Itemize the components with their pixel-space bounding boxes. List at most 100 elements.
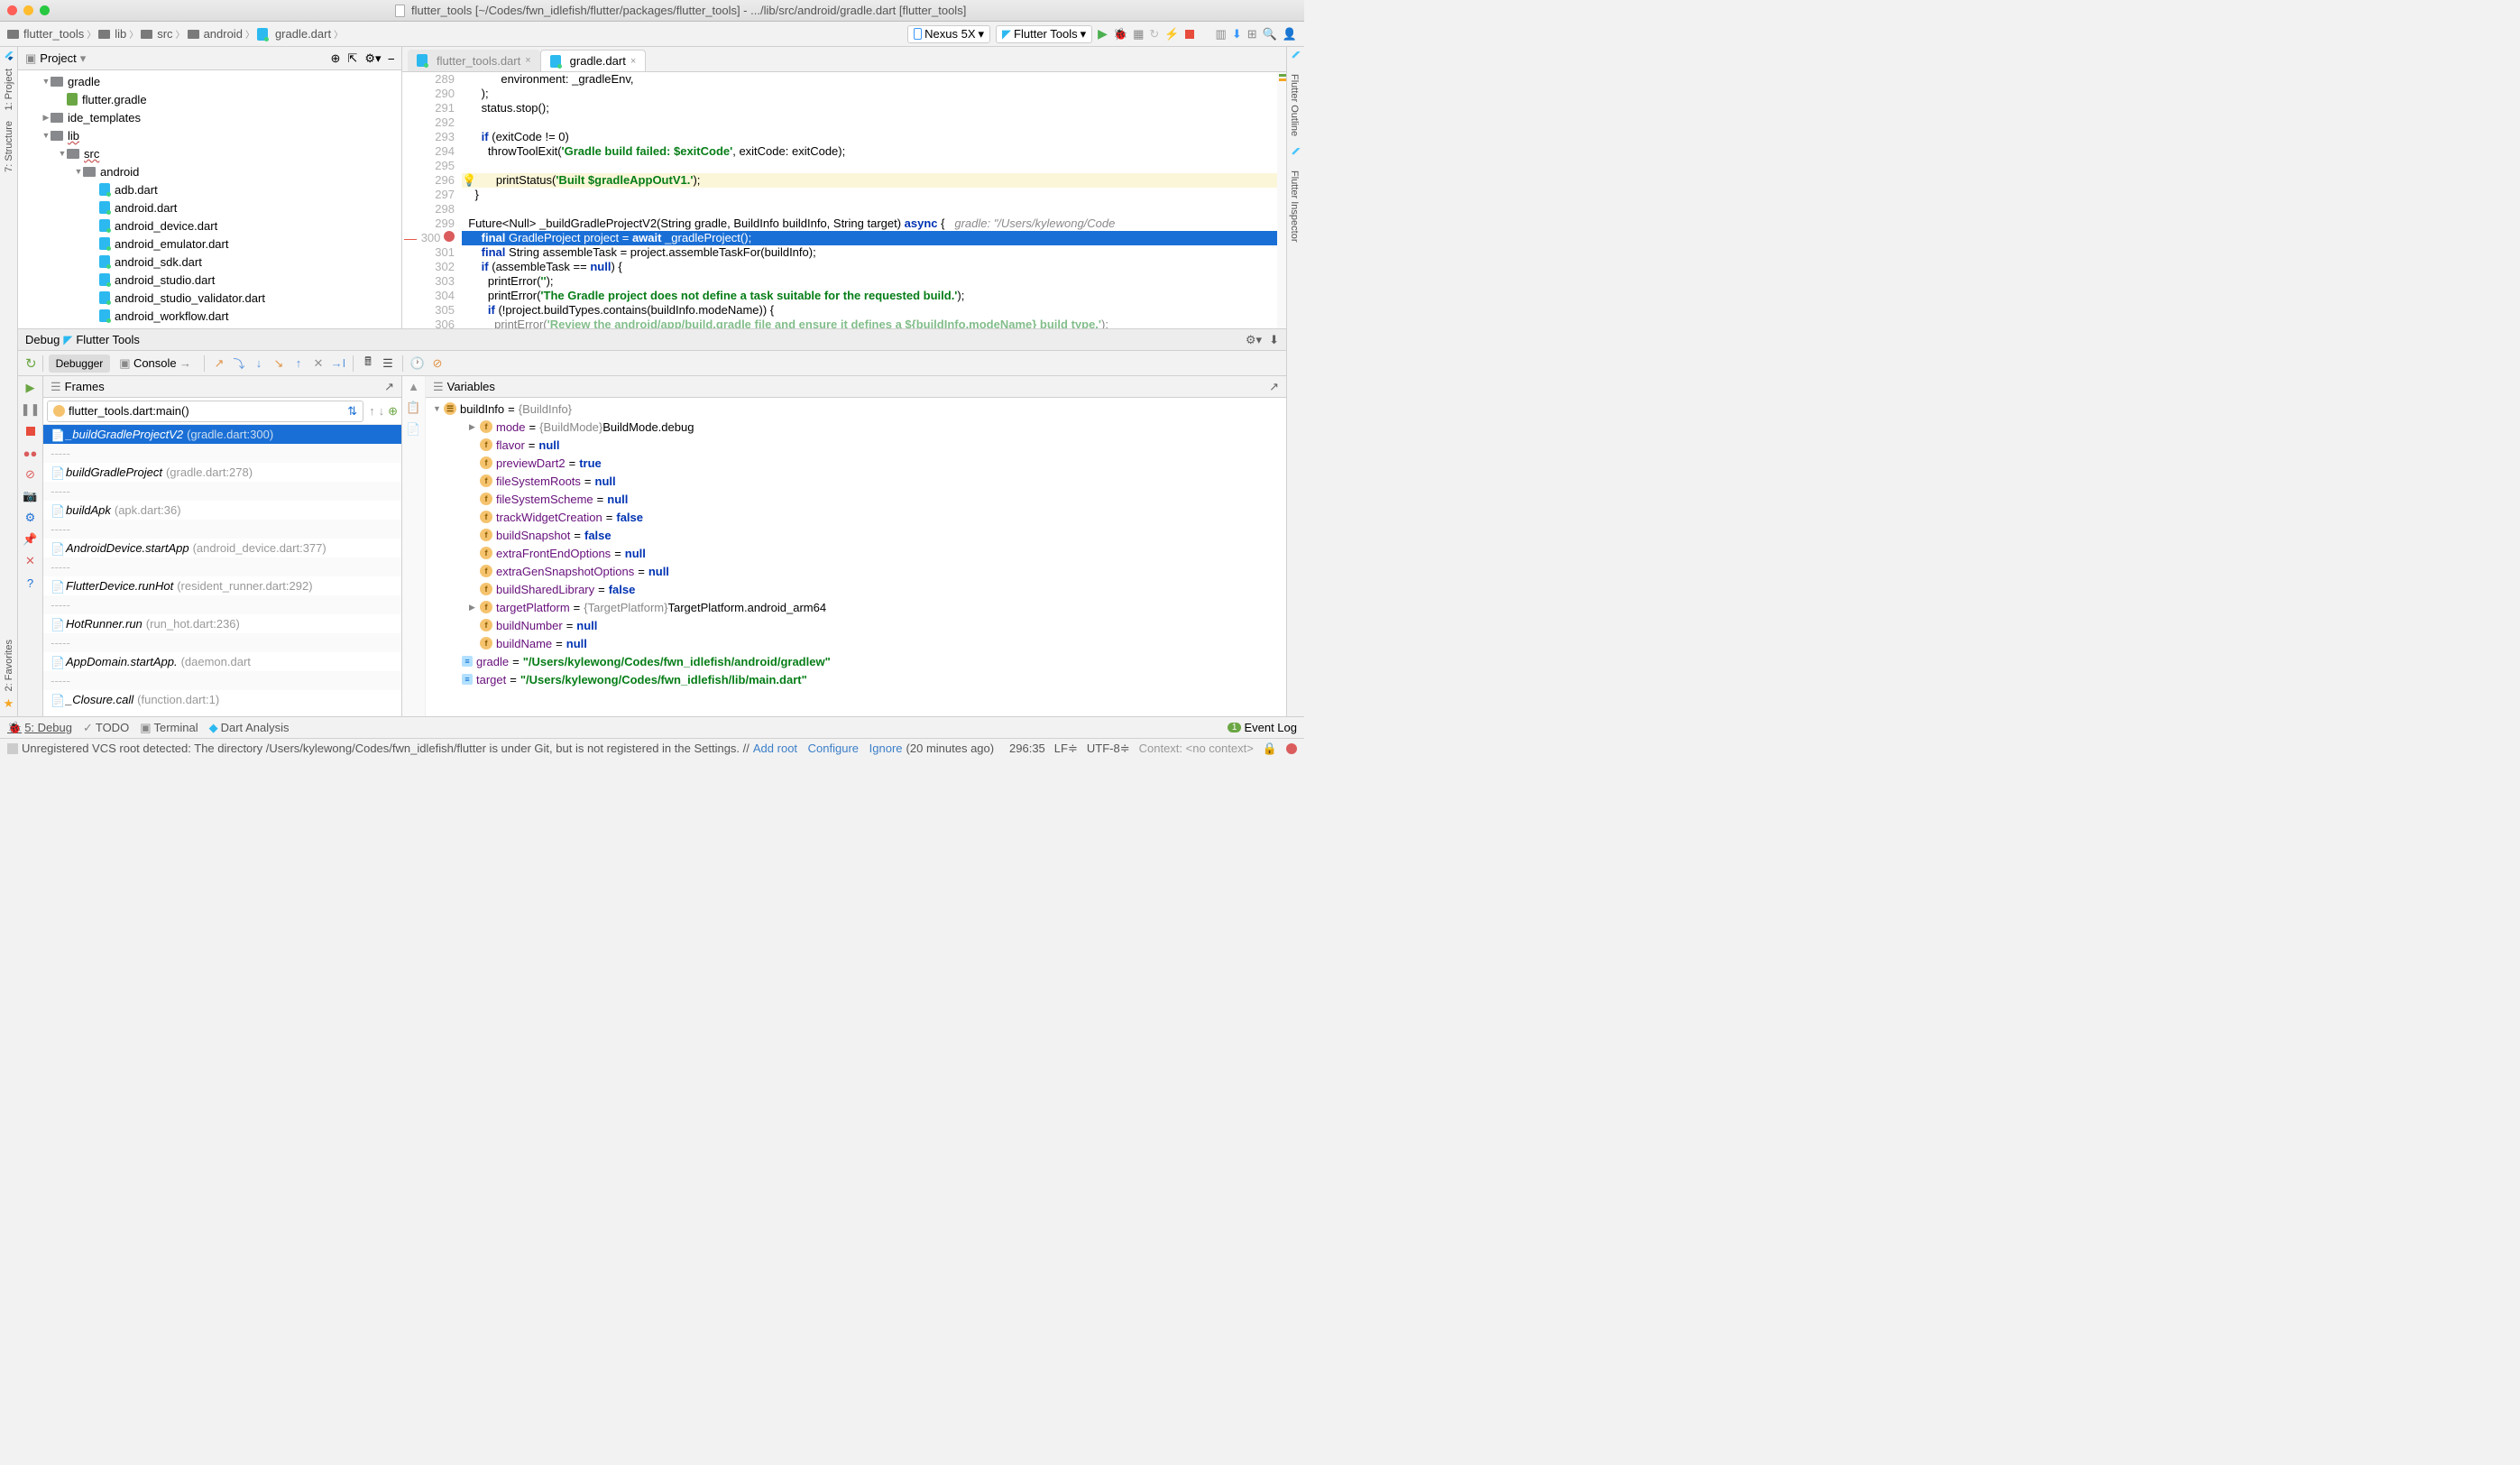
drop-frame-icon[interactable]: ✕ [309,355,327,373]
line-number[interactable]: 290 [418,87,455,101]
code-line[interactable]: status.stop(); [462,101,1286,115]
stack-frame[interactable]: 📄FlutterDevice.runHot (resident_runner.d… [43,576,401,595]
pause-button[interactable]: ❚❚ [23,401,39,418]
device-selector[interactable]: Nexus 5X ▾ [907,25,990,43]
tree-item[interactable]: android_emulator.dart [18,235,401,253]
tree-item[interactable]: android_device.dart [18,217,401,235]
maximize-window-button[interactable] [40,5,50,15]
dart-analysis-tab[interactable]: ◆ Dart Analysis [209,721,290,735]
collapse-all-icon[interactable]: ⇱ [347,51,357,66]
breadcrumb-item[interactable]: gradle.dart [257,27,331,41]
variable-row[interactable]: fbuildSnapshot=false [426,526,1286,544]
code-line[interactable]: if (!project.buildTypes.contains(buildIn… [462,303,1286,318]
clock-icon[interactable]: 🕐 [409,355,427,373]
code-line[interactable]: Future<Null> _buildGradleProjectV2(Strin… [462,217,1286,231]
rerun-button[interactable]: ↻ [25,355,37,372]
sdk-manager-icon[interactable]: ⬇ [1232,27,1242,41]
debug-button[interactable]: 🐞 [1113,27,1127,41]
flutter-inspector-tab[interactable]: Flutter Inspector [1287,163,1301,249]
code-line[interactable]: } [462,188,1286,202]
step-over-icon[interactable]: ⤵ [230,355,248,373]
code-line[interactable]: final GradleProject project = await _gra… [462,231,1286,245]
line-number[interactable]: 294 [418,144,455,159]
variable-row[interactable]: fflavor=null [426,436,1286,454]
view-breakpoints-icon[interactable]: ●● [23,445,39,461]
profile-button[interactable]: ↻ [1149,27,1159,41]
configure-link[interactable]: Configure [808,742,859,755]
flutter-logo-icon[interactable] [3,51,15,63]
prev-frame-icon[interactable]: ↑ [369,404,375,419]
close-window-button[interactable] [7,5,17,15]
download-icon[interactable]: ⬇ [1269,333,1279,347]
close-tab-icon[interactable]: × [630,56,636,67]
line-number[interactable]: 300 [418,231,455,245]
terminal-bottom-tab[interactable]: ▣ Terminal [140,721,198,735]
variable-row[interactable]: ≡gradle="/Users/kylewong/Codes/fwn_idlef… [426,652,1286,670]
code-line[interactable]: ); [462,87,1286,101]
code-line[interactable]: printError('Review the android/app/build… [462,318,1286,328]
line-number[interactable]: 306 [418,318,455,328]
tree-arrow-icon[interactable]: ▼ [74,167,83,176]
warning-marker[interactable] [1279,78,1286,81]
tree-item[interactable]: ▼gradle [18,72,401,90]
run-to-cursor-icon[interactable]: →I [329,355,347,373]
next-frame-icon[interactable]: ↓ [379,404,385,419]
code-line[interactable]: throwToolExit('Gradle build failed: $exi… [462,144,1286,159]
tree-item[interactable]: ▶ide_templates [18,108,401,126]
line-number[interactable]: 299 [418,217,455,231]
line-number[interactable]: 301 [418,245,455,260]
tree-item[interactable]: android_studio_validator.dart [18,289,401,307]
step-out-icon[interactable]: ↑ [290,355,308,373]
add-root-link[interactable]: Add root [753,742,797,755]
variable-row[interactable]: ▶fmode={BuildMode} BuildMode.debug [426,418,1286,436]
tree-item[interactable]: ▼android [18,162,401,180]
line-number[interactable]: 304 [418,289,455,303]
show-execution-point-icon[interactable]: ↗ [210,355,228,373]
mute-breakpoints-icon[interactable]: ⊘ [428,355,446,373]
line-number[interactable]: 295 [418,159,455,173]
up-icon[interactable]: ▲ [408,380,419,393]
variable-row[interactable]: ≡target="/Users/kylewong/Codes/fwn_idlef… [426,670,1286,688]
settings-icon[interactable]: ⚙▾ [1246,333,1262,347]
variable-row[interactable]: ▼☰buildInfo={BuildInfo} [426,400,1286,418]
breadcrumb-item[interactable]: lib [98,27,126,41]
memory-indicator[interactable] [1286,743,1297,754]
hot-reload-button[interactable]: ⚡ [1164,27,1179,41]
line-number[interactable]: 305 [418,303,455,318]
search-icon[interactable]: 🔍 [1263,27,1277,41]
code-line[interactable] [462,202,1286,217]
settings-icon[interactable]: ⚙▾ [364,51,381,66]
tree-arrow-icon[interactable]: ▼ [58,149,67,158]
stop-button[interactable] [1185,30,1194,39]
variable-row[interactable]: fextraFrontEndOptions=null [426,544,1286,562]
code-line[interactable] [462,115,1286,130]
stop-button[interactable] [23,423,39,439]
stack-frame[interactable]: 📄buildApk (apk.dart:36) [43,501,401,520]
chevron-down-icon[interactable]: ▾ [80,51,87,66]
line-number[interactable]: 298 [418,202,455,217]
tree-item[interactable]: adb.dart [18,180,401,198]
resume-button[interactable]: ▶ [23,380,39,396]
avd-manager-icon[interactable]: ▥ [1216,27,1227,41]
code-line[interactable]: 💡 printStatus('Built $gradleAppOutV1.'); [462,173,1286,188]
code-line[interactable]: printError(''); [462,274,1286,289]
variable-row[interactable]: fpreviewDart2=true [426,454,1286,472]
event-log-tab[interactable]: 1 Event Log [1228,721,1297,734]
editor-scrollbar[interactable] [1277,72,1286,328]
file-encoding[interactable]: UTF-8≑ [1087,742,1130,756]
tree-arrow-icon[interactable]: ▼ [41,77,51,86]
add-icon[interactable]: ⊕ [388,404,398,419]
ignore-link[interactable]: Ignore [869,742,903,755]
variable-row[interactable]: ffileSystemScheme=null [426,490,1286,508]
tree-item[interactable]: ▼src [18,144,401,162]
frames-list[interactable]: 📄_buildGradleProjectV2 (gradle.dart:300)… [43,425,401,716]
favorites-tab[interactable]: 2: Favorites [2,634,16,696]
todo-bottom-tab[interactable]: ✓ TODO [83,721,129,735]
editor-tab[interactable]: gradle.dart× [540,50,647,71]
avatar-icon[interactable]: 👤 [1283,27,1297,41]
force-step-into-icon[interactable]: ↘ [270,355,288,373]
layout-inspector-icon[interactable]: ⊞ [1247,27,1257,41]
close-icon[interactable]: ✕ [23,553,39,569]
editor-tab[interactable]: flutter_tools.dart× [408,50,540,71]
debugger-tab[interactable]: Debugger [49,355,111,373]
